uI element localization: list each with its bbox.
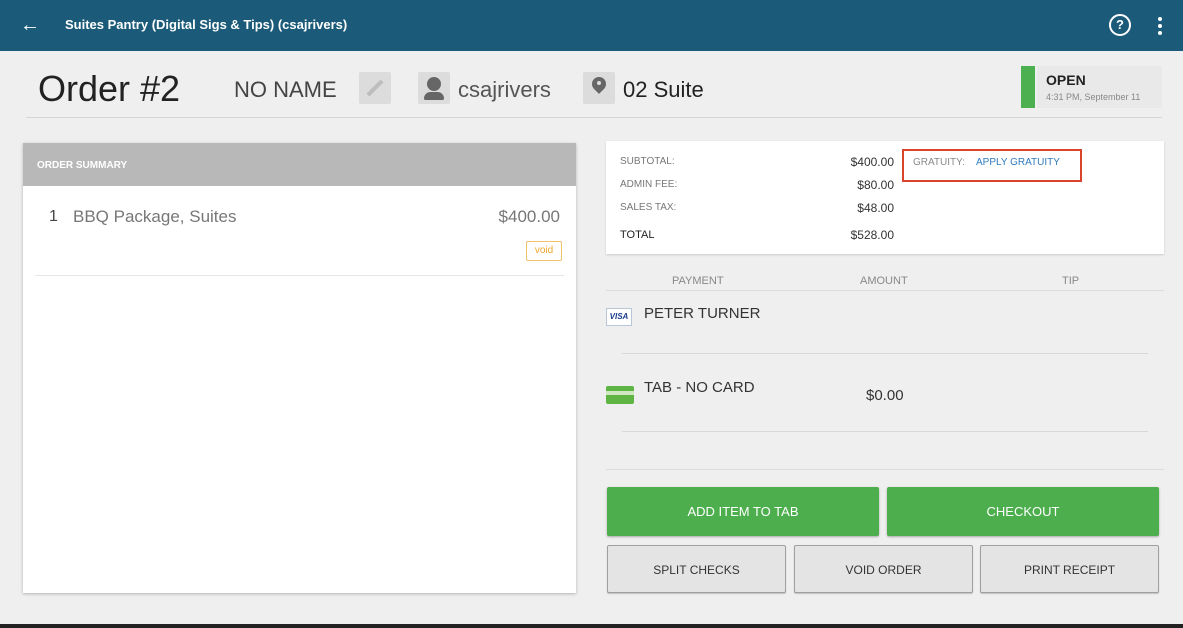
amount-column-header: AMOUNT [860, 275, 908, 287]
payments-header: PAYMENT AMOUNT TIP [606, 270, 1164, 291]
help-icon[interactable]: ? [1109, 14, 1131, 36]
total-value: $528.00 [850, 228, 894, 242]
divider [606, 469, 1164, 470]
more-options-icon[interactable] [1150, 14, 1170, 38]
item-price: $400.00 [498, 207, 560, 226]
payment-name: PETER TURNER [644, 305, 761, 322]
visa-card-icon: VISA [606, 308, 632, 326]
bottom-edge [0, 624, 1183, 628]
row-divider [622, 353, 1148, 354]
payment-amount: $0.00 [866, 387, 904, 404]
admin-fee-label: ADMIN FEE: [620, 179, 678, 190]
totals-panel: SUBTOTAL: $400.00 ADMIN FEE: $80.00 SALE… [606, 141, 1164, 254]
sales-tax-value: $48.00 [857, 201, 894, 215]
app-title: Suites Pantry (Digital Sigs & Tips) (csa… [65, 17, 348, 32]
total-label: TOTAL [620, 229, 655, 241]
customer-name: NO NAME [234, 77, 337, 102]
payment-row[interactable]: VISA PETER TURNER [606, 292, 1164, 356]
admin-fee-value: $80.00 [857, 178, 894, 192]
order-item-row[interactable]: 1 BBQ Package, Suites $400.00 void [35, 186, 564, 276]
gratuity-label: GRATUITY: [913, 157, 966, 168]
gratuity-box: GRATUITY: APPLY GRATUITY [902, 149, 1082, 182]
order-summary-heading: ORDER SUMMARY [23, 143, 576, 186]
location-name: 02 Suite [623, 77, 704, 102]
add-item-to-tab-button[interactable]: ADD ITEM TO TAB [607, 487, 879, 536]
checkout-button[interactable]: CHECKOUT [887, 487, 1159, 536]
item-quantity: 1 [49, 208, 58, 225]
item-name: BBQ Package, Suites [73, 207, 237, 226]
status-label: OPEN [1046, 72, 1086, 88]
order-title: Order #2 [38, 68, 181, 109]
tip-column-header: TIP [1062, 275, 1080, 287]
sales-tax-label: SALES TAX: [620, 202, 677, 213]
order-summary-panel: ORDER SUMMARY 1 BBQ Package, Suites $400… [23, 143, 576, 593]
void-item-button[interactable]: void [526, 241, 562, 261]
split-checks-button[interactable]: SPLIT CHECKS [607, 545, 786, 593]
user-icon [418, 72, 450, 104]
payment-name: TAB - NO CARD [644, 379, 755, 396]
subtotal-value: $400.00 [850, 155, 894, 169]
location-pin-icon [583, 72, 615, 104]
apply-gratuity-link[interactable]: APPLY GRATUITY [976, 157, 1060, 168]
subtotal-label: SUBTOTAL: [620, 156, 675, 167]
edit-name-pencil-icon[interactable] [359, 72, 391, 104]
top-bar: ← Suites Pantry (Digital Sigs & Tips) (c… [0, 0, 1183, 51]
server-username: csajrivers [458, 77, 551, 102]
status-timestamp: 4:31 PM, September 11 [1046, 92, 1141, 102]
status-badge: OPEN 4:31 PM, September 11 [1037, 66, 1162, 108]
void-order-button[interactable]: VOID ORDER [794, 545, 973, 593]
row-divider [622, 431, 1148, 432]
credit-card-icon [606, 386, 634, 404]
payment-row[interactable]: TAB - NO CARD $0.00 [606, 364, 1164, 434]
back-arrow-icon[interactable]: ← [18, 12, 42, 38]
order-header: Order #2 NO NAME csajrivers 02 Suite OPE… [26, 60, 1162, 118]
payment-column-header: PAYMENT [672, 275, 724, 287]
print-receipt-button[interactable]: PRINT RECEIPT [980, 545, 1159, 593]
status-indicator [1021, 66, 1035, 108]
